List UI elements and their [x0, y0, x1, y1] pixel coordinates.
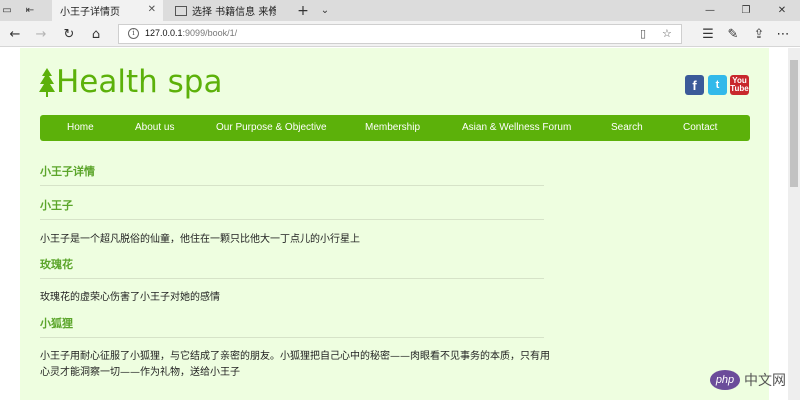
watermark-text: 中文网: [744, 373, 786, 389]
tab-title: 小王子详情页: [60, 7, 120, 18]
page-viewport: Health spa f t You Tube Home About us Our…: [0, 48, 788, 400]
vertical-scrollbar[interactable]: [788, 48, 800, 400]
book-description: 小王子是一个超凡脱俗的仙童，他住在一颗只比他大一丁点儿的小行星上: [40, 234, 360, 245]
address-bar[interactable]: i 127.0.0.1:9099/book/1/ ▯ ☆: [118, 24, 682, 44]
minimize-icon[interactable]: —: [692, 0, 728, 21]
tab-book-detail[interactable]: 小王子详情页 ✕: [52, 0, 163, 21]
php-logo: php: [710, 370, 740, 390]
divider: [40, 337, 544, 338]
tree-icon: [39, 68, 55, 97]
chevron-down-icon[interactable]: ⌄: [318, 0, 332, 21]
divider: [40, 185, 544, 186]
main-menu: Home About us Our Purpose & Objective Me…: [40, 115, 750, 141]
section-text-rose: 玫瑰花的虚荣心伤害了小王子对她的感情: [40, 292, 220, 303]
watermark: php 中文网: [710, 370, 786, 390]
home-icon[interactable]: ⌂: [85, 24, 107, 44]
twitter-icon[interactable]: t: [708, 75, 727, 95]
close-window-icon[interactable]: ✕: [764, 0, 800, 21]
scrollbar-thumb[interactable]: [790, 60, 798, 187]
youtube-icon[interactable]: You Tube: [730, 75, 749, 95]
menu-item-home[interactable]: Home: [67, 115, 94, 141]
tab-close-icon[interactable]: ✕: [148, 4, 156, 15]
browser-tab-bar: ▭ ⇤ 小王子详情页 ✕ 选择 书籍信息 来修改 | Djan ✕ + ⌄ — …: [0, 0, 800, 21]
section-text-fox: 小王子用耐心征服了小狐狸，与它结成了亲密的朋友。小狐狸把自己心中的秘密——肉眼看…: [40, 351, 550, 378]
tab-title: 选择 书籍信息 来修改 | Djan: [192, 7, 276, 18]
section-heading-fox: 小狐狸: [40, 317, 73, 330]
favorites-hub-icon[interactable]: ☰: [697, 24, 719, 44]
more-icon[interactable]: ⋯: [772, 24, 794, 44]
menu-item-forum[interactable]: Asian & Wellness Forum: [462, 115, 571, 141]
tab-close-icon[interactable]: ✕: [269, 4, 277, 15]
restore-icon[interactable]: ❐: [728, 0, 764, 21]
url-text[interactable]: 127.0.0.1:9099/book/1/: [145, 28, 237, 38]
tab-back-icon[interactable]: ⇤: [22, 0, 38, 21]
plus-icon[interactable]: +: [294, 0, 312, 21]
section-heading-rose: 玫瑰花: [40, 258, 73, 271]
tab-preview-icon[interactable]: ▭: [0, 0, 14, 21]
url-path: :9099/book/1/: [182, 28, 238, 38]
site-logo[interactable]: Health spa: [39, 64, 222, 100]
menu-item-purpose[interactable]: Our Purpose & Objective: [216, 115, 327, 141]
logo-text: Health spa: [56, 64, 223, 100]
info-icon[interactable]: i: [128, 28, 139, 39]
menu-item-search[interactable]: Search: [611, 115, 643, 141]
forward-arrow-icon[interactable]: →: [30, 24, 52, 44]
menu-item-contact[interactable]: Contact: [683, 115, 717, 141]
page-container: Health spa f t You Tube Home About us Our…: [20, 48, 769, 400]
book-title: 小王子: [40, 199, 73, 212]
url-host: 127.0.0.1: [145, 28, 183, 38]
page-icon: [175, 5, 187, 16]
browser-nav-bar: ← → ↻ ⌂ i 127.0.0.1:9099/book/1/ ▯ ☆ ☰ ✎…: [0, 21, 800, 47]
menu-item-about-us[interactable]: About us: [135, 115, 174, 141]
web-note-icon[interactable]: ✎: [722, 24, 744, 44]
refresh-icon[interactable]: ↻: [58, 24, 80, 44]
tab-django-admin[interactable]: 选择 书籍信息 来修改 | Djan ✕: [167, 0, 284, 21]
page-title: 小王子详情: [40, 165, 95, 178]
facebook-icon[interactable]: f: [685, 75, 704, 95]
favorite-star-icon[interactable]: ☆: [662, 27, 672, 40]
share-icon[interactable]: ⇪: [748, 24, 770, 44]
divider: [40, 278, 544, 279]
divider: [40, 219, 544, 220]
back-arrow-icon[interactable]: ←: [4, 24, 26, 44]
reading-view-icon[interactable]: ▯: [640, 27, 646, 40]
menu-item-membership[interactable]: Membership: [365, 115, 420, 141]
